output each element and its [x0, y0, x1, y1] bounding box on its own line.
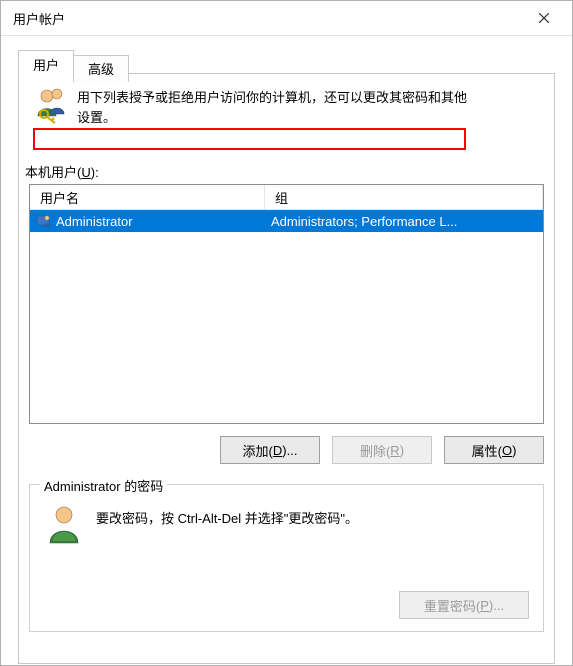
password-groupbox: Administrator 的密码 要改密码，按 Ctrl-Alt-Del 并选… — [29, 484, 544, 632]
tabstrip: 用户 高级 — [18, 50, 128, 80]
password-instruction-text: 要改密码，按 Ctrl-Alt-Del 并选择"更改密码"。 — [96, 503, 529, 530]
properties-button[interactable]: 属性(O) — [444, 436, 544, 464]
tab-users[interactable]: 用户 — [18, 50, 74, 80]
col-group[interactable]: 组 — [265, 185, 543, 209]
table-header: 用户名 组 — [30, 185, 543, 210]
user-action-buttons: 添加(D)... 删除(R) 属性(O) — [220, 436, 544, 464]
close-icon — [539, 13, 549, 23]
close-button[interactable] — [524, 4, 564, 32]
tab-advanced[interactable]: 高级 — [73, 55, 129, 82]
password-group-legend: Administrator 的密码 — [40, 476, 167, 495]
titlebar[interactable]: 用户帐户 — [1, 1, 572, 36]
users-keys-icon — [33, 86, 77, 127]
user-table[interactable]: 用户名 组 Administrato — [29, 184, 544, 424]
panel-header: 用下列表授予或拒绝用户访问你的计算机，还可以更改其密码和其他 设置。 — [33, 86, 540, 127]
col-username[interactable]: 用户名 — [30, 185, 265, 209]
highlight-box — [33, 128, 466, 150]
user-row-icon — [36, 213, 52, 229]
window-title: 用户帐户 — [13, 9, 524, 28]
table-row[interactable]: Administrator Administrators; Performanc… — [30, 210, 543, 232]
add-button[interactable]: 添加(D)... — [220, 436, 320, 464]
cell-group: Administrators; Performance L... — [271, 214, 457, 229]
reset-password-button: 重置密码(P)... — [399, 591, 529, 619]
password-user-icon — [44, 503, 96, 548]
user-accounts-dialog: 用户帐户 用户 高级 — [0, 0, 573, 666]
remove-button: 删除(R) — [332, 436, 432, 464]
tabpanel-users: 用下列表授予或拒绝用户访问你的计算机，还可以更改其密码和其他 设置。 本机用户(… — [18, 73, 555, 664]
user-list-label: 本机用户(U): — [25, 162, 99, 181]
panel-header-text: 用下列表授予或拒绝用户访问你的计算机，还可以更改其密码和其他 设置。 — [77, 86, 540, 127]
cell-username: Administrator — [56, 214, 133, 229]
